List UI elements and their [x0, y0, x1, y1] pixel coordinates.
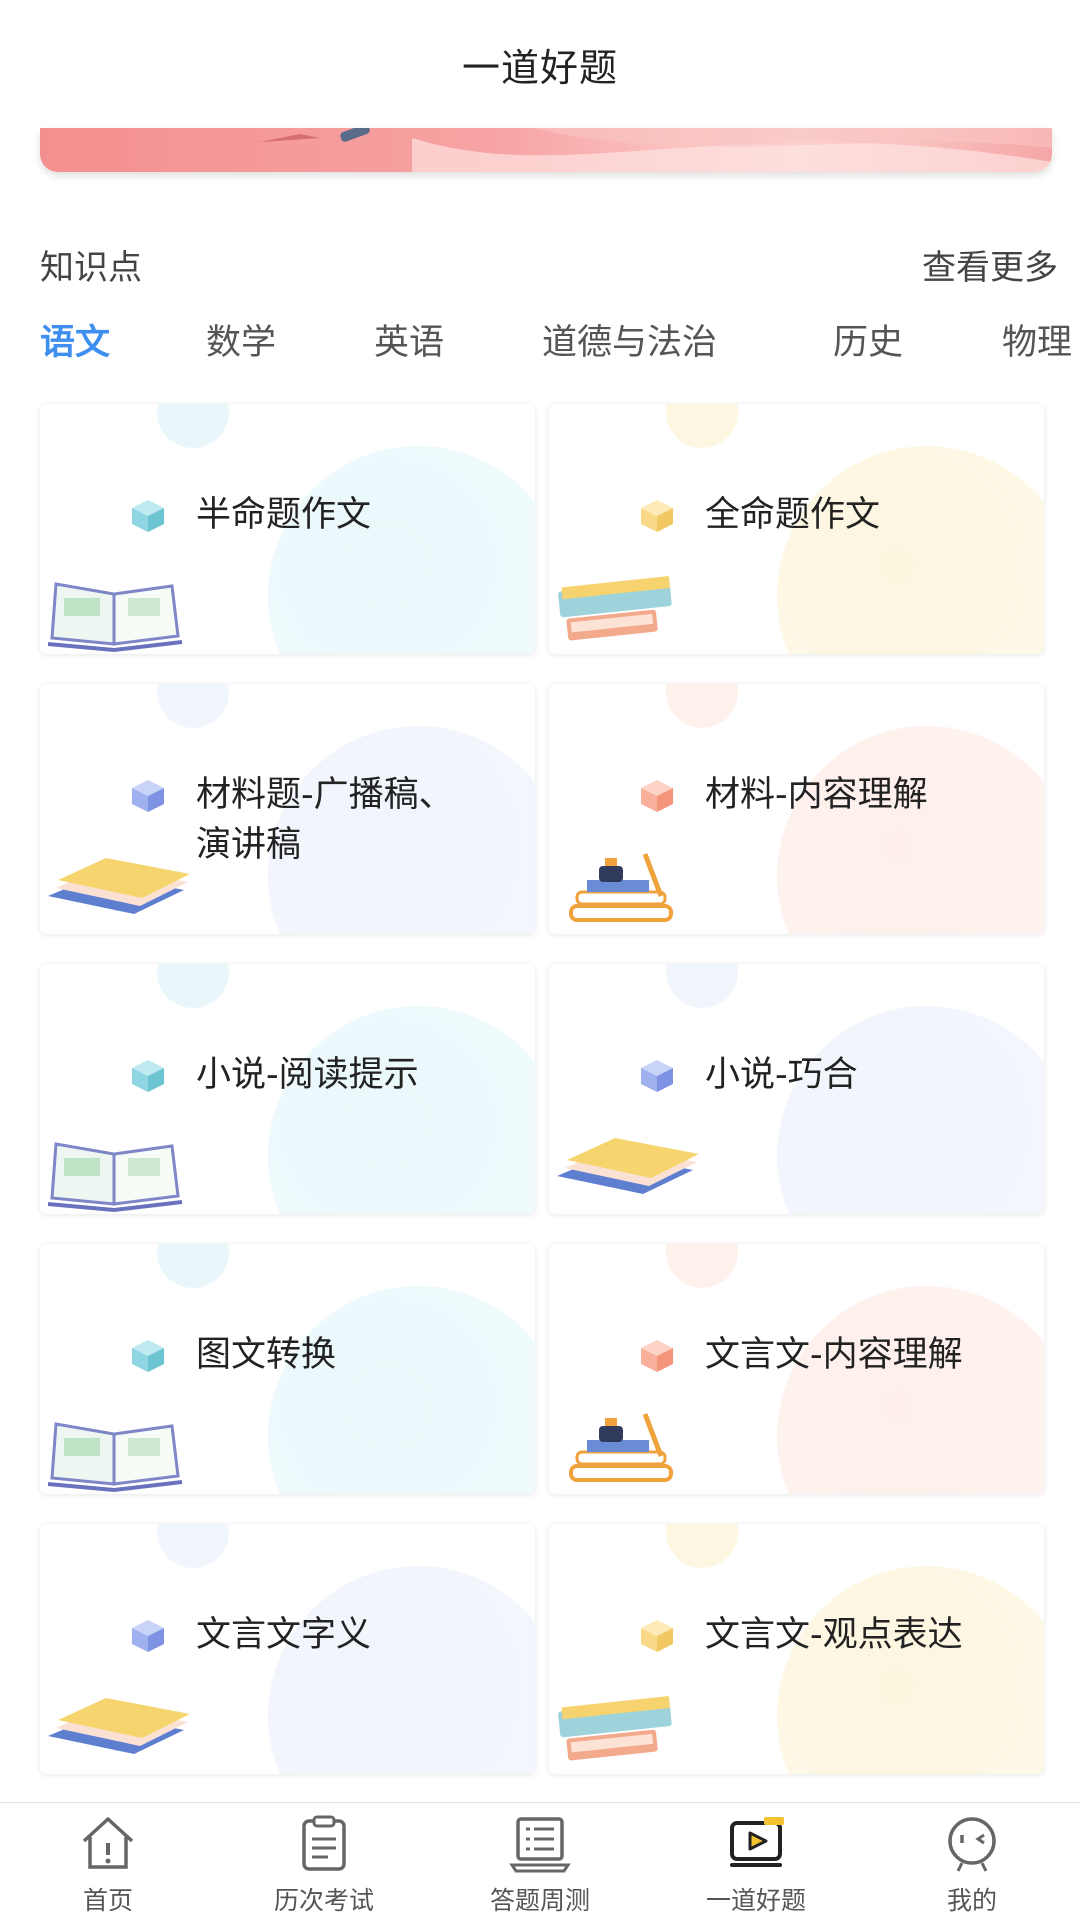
card-bg-dot — [666, 404, 738, 448]
topic-card[interactable]: 材料-内容理解 — [549, 684, 1044, 934]
card-bg-dot — [666, 1244, 738, 1288]
card-bg-dot — [157, 1244, 229, 1288]
topic-card[interactable]: 小说-阅读提示 — [40, 964, 535, 1214]
view-more-link[interactable]: 查看更多 — [922, 240, 1058, 289]
cube-icon — [641, 780, 673, 812]
topic-name: 文言文-内容理解 — [705, 1335, 963, 1375]
banner-wave-decoration — [412, 128, 1052, 172]
card-bg-circle — [777, 1286, 1044, 1494]
card-bg-dot — [157, 404, 229, 448]
title-bar: 一道好题 — [0, 0, 1080, 128]
card-bg-dot — [157, 1524, 229, 1568]
card-bg-circle — [268, 1286, 535, 1494]
topic-card[interactable]: 文言文-内容理解 — [549, 1244, 1044, 1494]
books-icon — [557, 1138, 699, 1194]
video-play-icon — [730, 1817, 784, 1867]
tabbar-item-mine[interactable]: 我的 — [864, 1803, 1080, 1920]
cube-icon — [132, 1340, 164, 1372]
topic-name: 全命题作文 — [705, 495, 881, 535]
topic-name: 小说-阅读提示 — [196, 1055, 419, 1095]
cube-icon — [132, 1620, 164, 1652]
card-bg-circle — [777, 726, 1044, 934]
tab-morality-law[interactable]: 道德与法治 — [542, 314, 717, 365]
card-bg-circle — [777, 1566, 1044, 1774]
cube-icon — [641, 1340, 673, 1372]
topic-card[interactable]: 图文转换 — [40, 1244, 535, 1494]
tab-math[interactable]: 数学 — [206, 314, 276, 365]
card-bg-circle — [268, 1006, 535, 1214]
tabbar-item-weekly-test[interactable]: 答题周测 — [432, 1803, 648, 1920]
tabbar-item-exams[interactable]: 历次考试 — [216, 1803, 432, 1920]
topic-name: 图文转换 — [196, 1335, 337, 1375]
topic-card[interactable]: 材料题-广播稿、演讲稿 — [40, 684, 535, 934]
tabbar-label: 历次考试 — [273, 1886, 374, 1915]
topic-card[interactable]: 半命题作文 — [40, 404, 535, 654]
tab-history[interactable]: 历史 — [833, 314, 903, 365]
books-icon — [48, 1698, 190, 1754]
topic-card[interactable]: 文言文字义 — [40, 1524, 535, 1774]
tabbar-label: 一道好题 — [705, 1886, 806, 1915]
book-stack-icon — [558, 576, 672, 641]
knowledge-section-header: 知识点 查看更多 — [40, 240, 1058, 288]
tabbar-label: 我的 — [946, 1886, 997, 1915]
laptop-checklist-icon — [509, 1817, 571, 1873]
card-bg-dot — [666, 684, 738, 728]
pencil-illustration-icon — [260, 128, 370, 142]
clipboard-icon — [302, 1815, 346, 1871]
banner-image[interactable] — [40, 128, 1052, 172]
books-icon — [48, 858, 190, 914]
subject-tabs: 语文 数学 英语 道德与法治 历史 物理 — [40, 314, 1080, 374]
tabbar-item-good-question[interactable]: 一道好题 — [648, 1803, 864, 1920]
tabbar-label: 首页 — [82, 1886, 133, 1915]
section-title: 知识点 — [40, 248, 142, 288]
page-title: 一道好题 — [461, 45, 618, 90]
topic-card[interactable]: 小说-巧合 — [549, 964, 1044, 1214]
topic-name: 材料题-广播稿、演讲稿 — [196, 775, 454, 865]
cube-icon — [641, 1060, 673, 1092]
topic-card[interactable]: 全命题作文 — [549, 404, 1044, 654]
book-stack-icon — [558, 1696, 672, 1761]
card-bg-circle — [268, 1566, 535, 1774]
cube-icon — [132, 780, 164, 812]
card-bg-dot — [157, 964, 229, 1008]
card-bg-circle — [777, 446, 1044, 654]
card-bg-circle — [268, 446, 535, 654]
cube-icon — [132, 500, 164, 532]
cube-icon — [641, 1620, 673, 1652]
profile-face-icon — [948, 1817, 996, 1872]
topic-name: 文言文字义 — [196, 1615, 372, 1655]
tab-chinese[interactable]: 语文 — [40, 314, 110, 365]
card-bg-circle — [777, 1006, 1044, 1214]
tab-physics[interactable]: 物理 — [1002, 314, 1072, 365]
books-pencil-icon — [569, 1413, 673, 1482]
topic-name: 材料-内容理解 — [705, 775, 928, 815]
topic-name: 文言文-观点表达 — [705, 1615, 963, 1655]
topic-name: 小说-巧合 — [705, 1055, 858, 1095]
card-bg-dot — [666, 964, 738, 1008]
tabbar-item-home[interactable]: 首页 — [0, 1803, 216, 1920]
tabbar-label: 答题周测 — [489, 1886, 590, 1915]
bottom-tab-bar: 首页 历次考试 答题周测 一道好题 我的 — [0, 1802, 1080, 1920]
home-icon — [82, 1817, 134, 1869]
open-book-icon — [47, 1422, 183, 1492]
card-bg-dot — [157, 684, 229, 728]
tab-english[interactable]: 英语 — [374, 314, 444, 365]
books-pencil-icon — [569, 853, 673, 922]
topic-card[interactable]: 文言文-观点表达 — [549, 1524, 1044, 1774]
open-book-icon — [47, 1142, 183, 1212]
topic-name: 半命题作文 — [196, 495, 372, 535]
cube-icon — [641, 500, 673, 532]
cube-icon — [132, 1060, 164, 1092]
open-book-icon — [47, 582, 183, 652]
card-bg-dot — [666, 1524, 738, 1568]
